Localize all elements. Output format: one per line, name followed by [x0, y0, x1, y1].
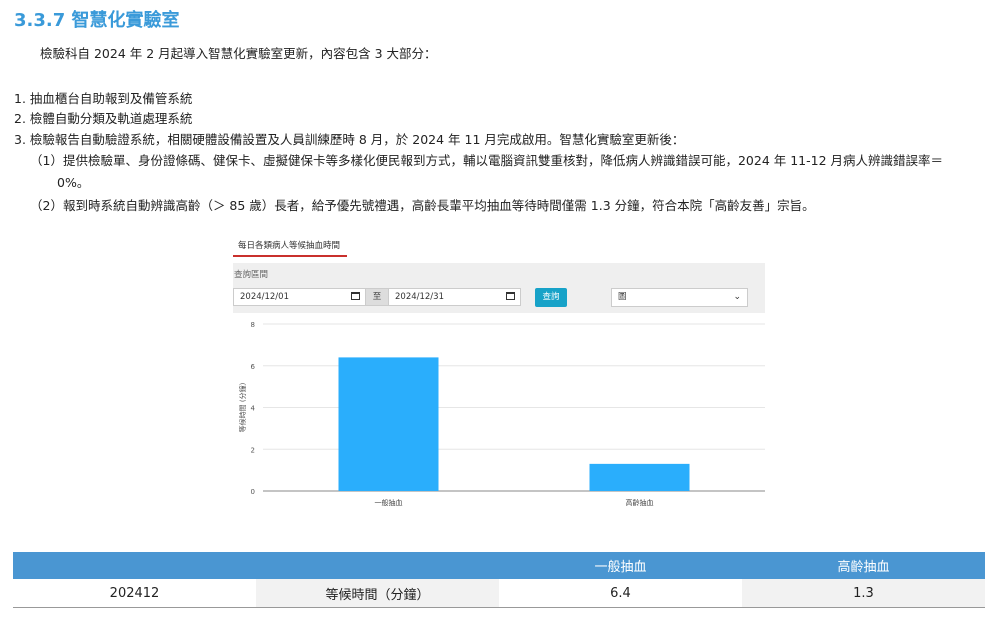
table-header-cell: 一般抽血	[499, 552, 742, 579]
table-cell: 1.3	[742, 579, 985, 608]
y-tick-label: 4	[251, 405, 256, 413]
tab-wait-time[interactable]: 每日各類病人等候抽血時間	[233, 237, 347, 257]
intro-paragraph: 檢驗科自 2024 年 2 月起導入智慧化實驗室更新，內容包含 3 大部分：	[40, 46, 437, 61]
sub-list-item-continuation: 0%。	[57, 175, 90, 190]
table-header-cell	[256, 552, 499, 579]
wait-time-table: 一般抽血 高齡抽血 202412 等候時間（分鐘） 6.4 1.3	[13, 552, 985, 608]
table-header-cell: 高齡抽血	[742, 552, 985, 579]
table-row: 202412 等候時間（分鐘） 6.4 1.3	[13, 579, 985, 608]
to-label: 至	[366, 288, 388, 306]
y-tick-label: 6	[251, 363, 256, 371]
table-cell: 等候時間（分鐘）	[256, 579, 499, 608]
end-date-input[interactable]: 2024/12/31	[388, 288, 521, 306]
x-tick-label: 高齡抽血	[626, 498, 654, 507]
table-header-row: 一般抽血 高齡抽血	[13, 552, 985, 579]
bar	[589, 463, 690, 491]
y-tick-label: 0	[251, 488, 255, 496]
start-date-value: 2024/12/01	[240, 292, 289, 302]
wait-time-bar-chart: 0 2 4 6 8 一般抽血 高齡抽血 等候時間 (分鐘)	[238, 321, 765, 507]
x-tick-label: 一般抽血	[375, 498, 403, 507]
query-panel: 查詢區間 2024/12/01 至 2024/12/31 查詢 圖 ⌄	[233, 263, 765, 313]
calendar-icon[interactable]	[351, 292, 360, 300]
list-item: 3. 檢驗報告自動驗證系統，相關硬體設備設置及人員訓練歷時 8 月，於 2024…	[14, 132, 685, 147]
query-button[interactable]: 查詢	[535, 288, 567, 307]
start-date-input[interactable]: 2024/12/01	[233, 288, 366, 306]
table-cell: 202412	[13, 579, 256, 608]
view-select-value: 圖	[618, 292, 627, 302]
section-heading: 3.3.7 智慧化實驗室	[14, 10, 180, 31]
table-header-cell	[13, 552, 256, 579]
list-item: 2. 檢體自動分類及軌道處理系統	[14, 111, 193, 126]
bar	[338, 357, 439, 491]
query-range-label: 查詢區間	[234, 270, 269, 280]
calendar-icon[interactable]	[506, 292, 515, 300]
y-tick-label: 2	[251, 446, 255, 454]
list-item: 1. 抽血櫃台自助報到及備管系統	[14, 91, 193, 106]
sub-list-item: （1）提供檢驗單、身份證條碼、健保卡、虛擬健保卡等多樣化便民報到方式，輔以電腦資…	[30, 153, 944, 168]
view-select[interactable]: 圖 ⌄	[611, 288, 748, 307]
end-date-value: 2024/12/31	[395, 292, 444, 302]
chevron-down-icon: ⌄	[733, 292, 741, 302]
sub-list-item: （2）報到時系統自動辨識高齡（＞ 85 歲）長者，給予優先號禮遇，高齡長輩平均抽…	[30, 198, 815, 213]
table-cell: 6.4	[499, 579, 742, 608]
y-tick-label: 8	[251, 321, 255, 329]
y-axis-label: 等候時間 (分鐘)	[238, 382, 247, 432]
